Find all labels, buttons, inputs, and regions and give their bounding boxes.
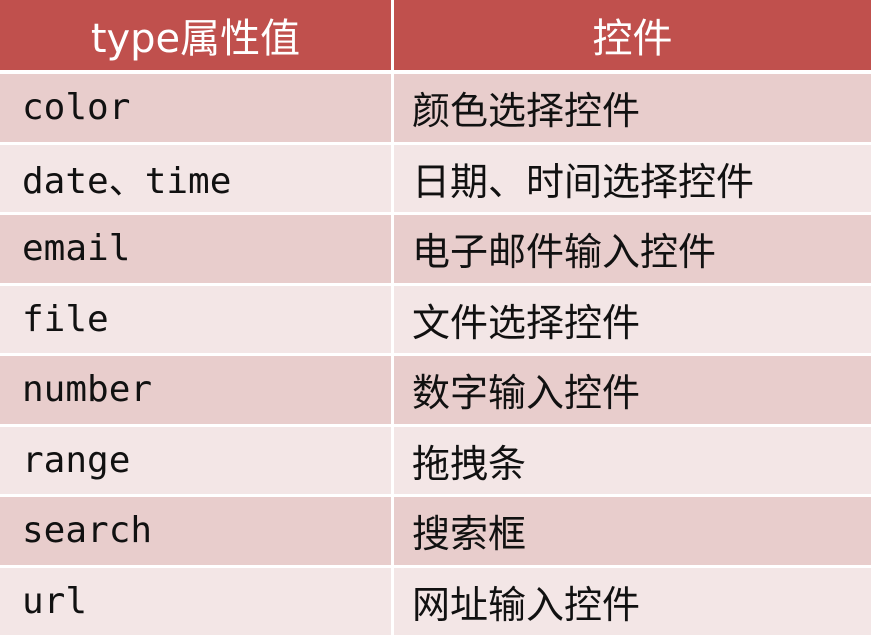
table-row-control: 网址输入控件 xyxy=(394,567,871,638)
table-row-control: 日期、时间选择控件 xyxy=(394,144,871,215)
table-row-control: 拖拽条 xyxy=(394,426,871,497)
header-control-column: 控件 xyxy=(394,0,871,74)
header-type-column: type属性值 xyxy=(0,0,394,74)
table-row-type: email xyxy=(0,215,394,286)
table-row-type: color xyxy=(0,74,394,145)
type-control-table: type属性值 控件 color 颜色选择控件 date、time 日期、时间选… xyxy=(0,0,871,638)
table-row-type: range xyxy=(0,426,394,497)
table-row-control: 电子邮件输入控件 xyxy=(394,215,871,286)
table-row-control: 颜色选择控件 xyxy=(394,74,871,145)
table-row-type: url xyxy=(0,567,394,638)
table-row-type: search xyxy=(0,497,394,568)
table-row-type: number xyxy=(0,356,394,427)
table-row-type: date、time xyxy=(0,144,394,215)
table-row-control: 文件选择控件 xyxy=(394,285,871,356)
table-row-control: 数字输入控件 xyxy=(394,356,871,427)
table-row-type: file xyxy=(0,285,394,356)
table-row-control: 搜索框 xyxy=(394,497,871,568)
